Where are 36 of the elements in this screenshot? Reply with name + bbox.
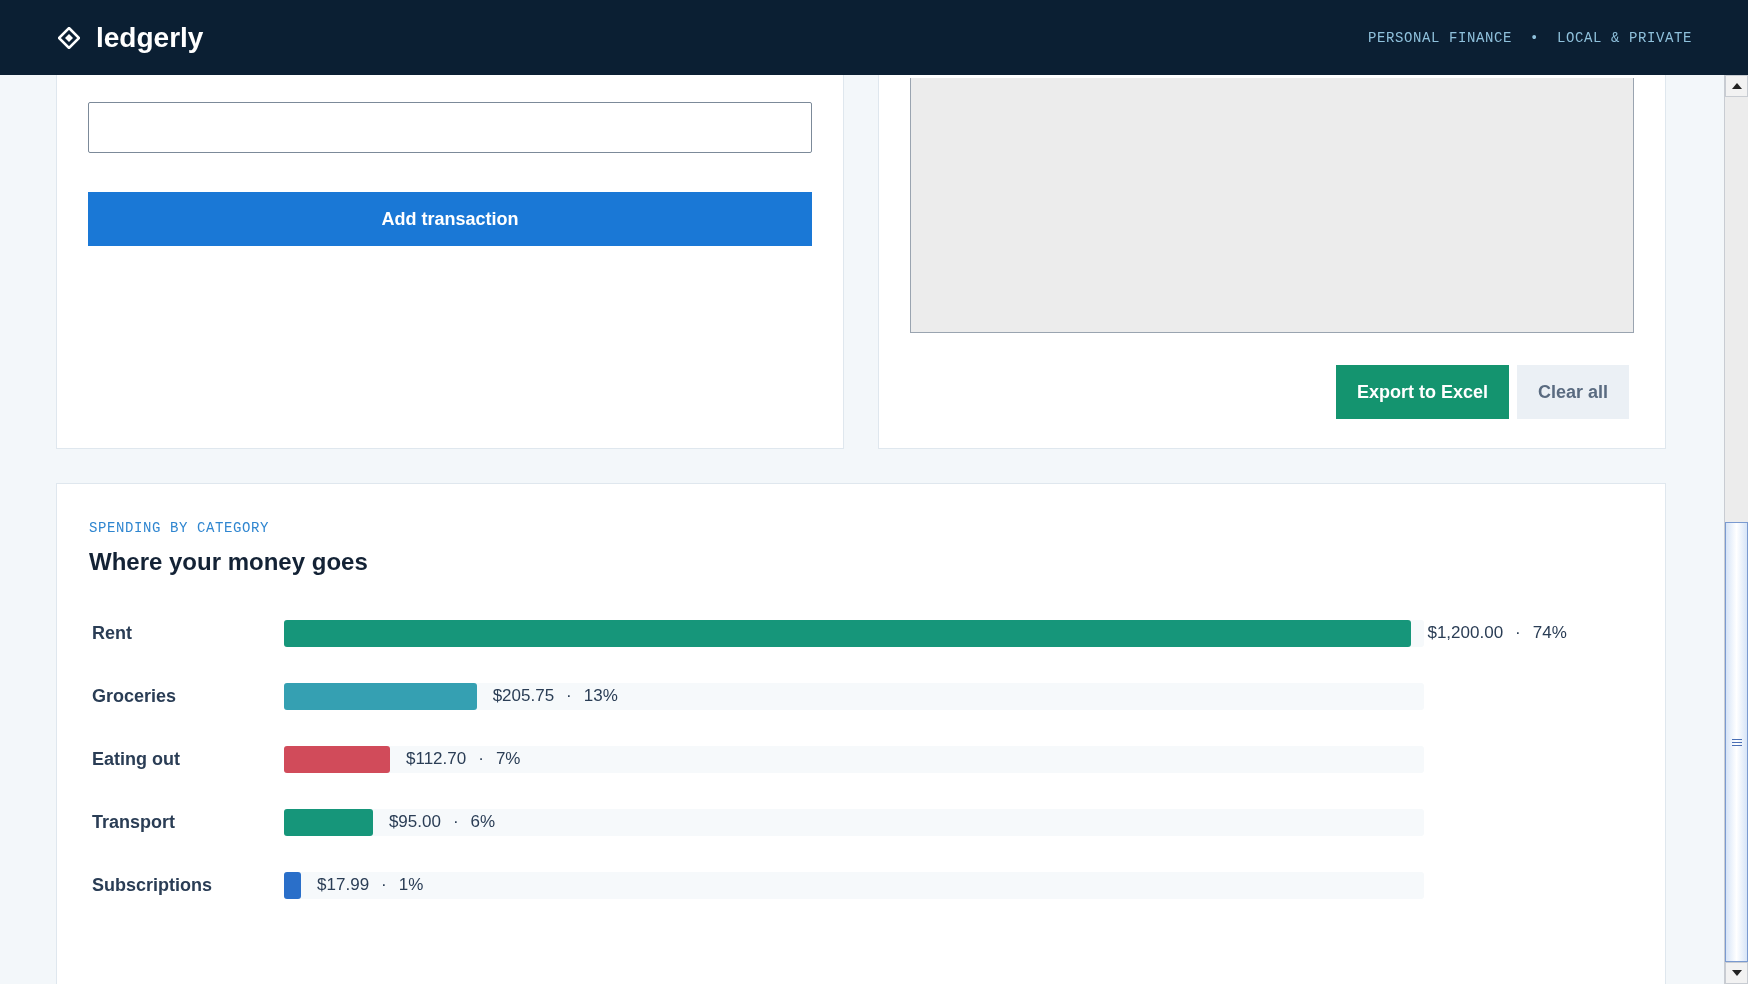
category-amount: $1,200.00 [1427, 623, 1504, 643]
separator-dot: · [381, 875, 387, 895]
export-button[interactable]: Export to Excel [1335, 365, 1509, 419]
scrollbar[interactable] [1724, 75, 1748, 984]
section-label: SPENDING BY CATEGORY [89, 520, 271, 536]
scroll-up-button[interactable] [1725, 75, 1748, 97]
category-name: Transport [91, 812, 176, 833]
category-amount: $205.75 [492, 686, 555, 706]
category-share: 74% [1532, 623, 1567, 643]
amount-field[interactable] [88, 102, 812, 153]
scroll-down-button[interactable] [1725, 962, 1748, 984]
category-share: 1% [398, 875, 424, 895]
clear-button[interactable]: Clear all [1516, 365, 1629, 419]
category-name: Rent [91, 623, 133, 644]
category-amount: $17.99 [317, 875, 370, 895]
category-share: 13% [583, 686, 618, 706]
separator-dot: · [1515, 623, 1521, 643]
brand-name: ledgerly [96, 21, 204, 54]
category-amount: $95.00 [388, 812, 441, 832]
grip-icon [1731, 738, 1742, 746]
add-transaction-button[interactable]: Add transaction [88, 192, 812, 246]
tagline: PERSONAL FINANCE • LOCAL & PRIVATE [1367, 29, 1692, 46]
down-arrow-icon [1731, 970, 1742, 976]
separator-dot: · [478, 749, 484, 769]
diamond-logo-icon [58, 26, 80, 49]
up-arrow-icon [1731, 83, 1742, 89]
separator-dot: · [566, 686, 572, 706]
category-name: Groceries [91, 686, 178, 707]
category-name: Subscriptions [91, 875, 213, 896]
category-name: Eating out [91, 749, 181, 770]
category-share: 6% [470, 812, 496, 832]
section-title: Where your money goes [89, 548, 369, 576]
scroll-thumb[interactable] [1725, 522, 1748, 962]
category-share: 7% [495, 749, 521, 769]
separator-dot: · [452, 812, 459, 832]
category-amount: $112.70 [406, 749, 467, 769]
